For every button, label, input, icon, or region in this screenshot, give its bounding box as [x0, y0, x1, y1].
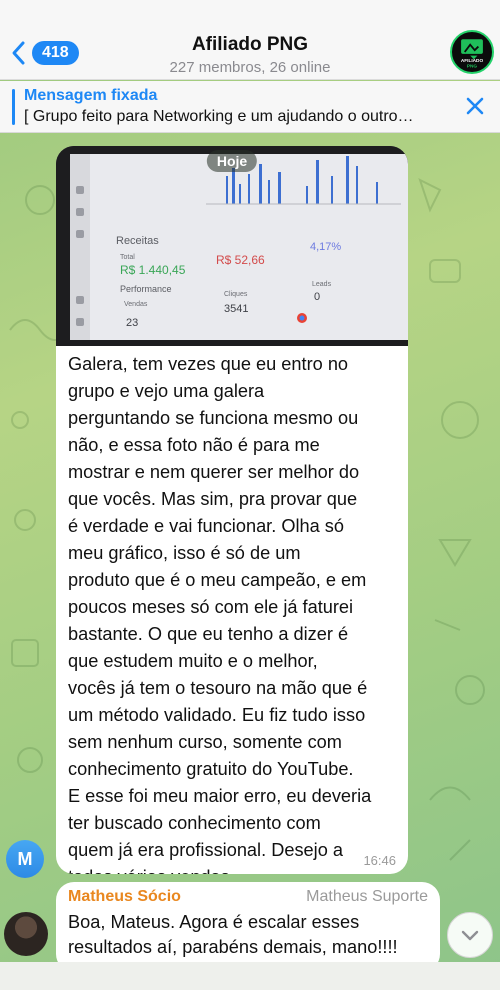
chat-subtitle: 227 membros, 26 online: [169, 59, 331, 76]
svg-text:PNG: PNG: [467, 63, 478, 69]
chat-header: 418 Afiliado PNG 227 membros, 26 online …: [0, 0, 500, 80]
reply-avatar[interactable]: [4, 912, 48, 956]
photo-vendas-value: 23: [126, 317, 138, 329]
unread-count-badge: 418: [32, 41, 79, 65]
photo-vendas-label: Vendas: [124, 301, 148, 308]
avatar[interactable]: M: [6, 840, 44, 878]
chevron-left-icon: [12, 41, 25, 65]
pinned-message-bar[interactable]: Mensagem fixada [ Grupo feito para Netwo…: [0, 81, 500, 133]
photo-leads-label: Leads: [312, 281, 332, 288]
pinned-indicator: [12, 89, 15, 125]
back-button[interactable]: 418: [8, 38, 79, 68]
message-text: Galera, tem vezes que eu entro no grupo …: [68, 354, 372, 874]
reply-text: Boa, Mateus. Agora é escalar esses resul…: [68, 912, 398, 957]
message-bubble[interactable]: Receitas Total R$ 1.440,45 R$ 52,66 4,17…: [56, 146, 408, 874]
scroll-down-button[interactable]: [447, 912, 493, 958]
reply-message-bubble[interactable]: Matheus Sócio Matheus Suporte Boa, Mateu…: [56, 882, 440, 972]
chat-title: Afiliado PNG: [191, 34, 309, 55]
photo-cliques-label: Cliques: [224, 291, 248, 298]
message-photo[interactable]: Receitas Total R$ 1.440,45 R$ 52,66 4,17…: [56, 146, 408, 346]
chat-title-block[interactable]: Afiliado PNG 227 membros, 26 online: [100, 34, 400, 76]
message-time: 16:46: [363, 853, 396, 868]
photo-leads-value: 0: [314, 291, 320, 303]
photo-receitas-label: Receitas: [116, 235, 159, 247]
pinned-label: Mensagem fixada: [24, 87, 158, 104]
photo-total-value: R$ 1.440,45: [120, 263, 186, 277]
pinned-text: [ Grupo feito para Networking e um ajuda…: [24, 108, 414, 125]
bottom-bar: [0, 962, 500, 990]
photo-total-label: Total: [120, 254, 135, 261]
group-avatar[interactable]: AFILIADO PNG: [450, 30, 494, 74]
reply-author[interactable]: Matheus Sócio: [68, 888, 181, 906]
photo-cliques-value: 3541: [224, 303, 248, 315]
chevron-down-icon: [461, 930, 479, 941]
reply-author-role: Matheus Suporte: [306, 888, 428, 905]
photo-performance-label: Performance: [120, 284, 172, 294]
dashboard-photo: Receitas Total R$ 1.440,45 R$ 52,66 4,17…: [56, 146, 408, 346]
svg-text:AFILIADO: AFILIADO: [461, 58, 484, 64]
photo-percent-value: 4,17%: [310, 241, 341, 253]
close-icon[interactable]: [464, 95, 486, 117]
photo-resultado-value: R$ 52,66: [216, 253, 265, 267]
group-logo-icon: AFILIADO PNG: [461, 39, 484, 69]
date-badge: Hoje: [206, 150, 258, 172]
